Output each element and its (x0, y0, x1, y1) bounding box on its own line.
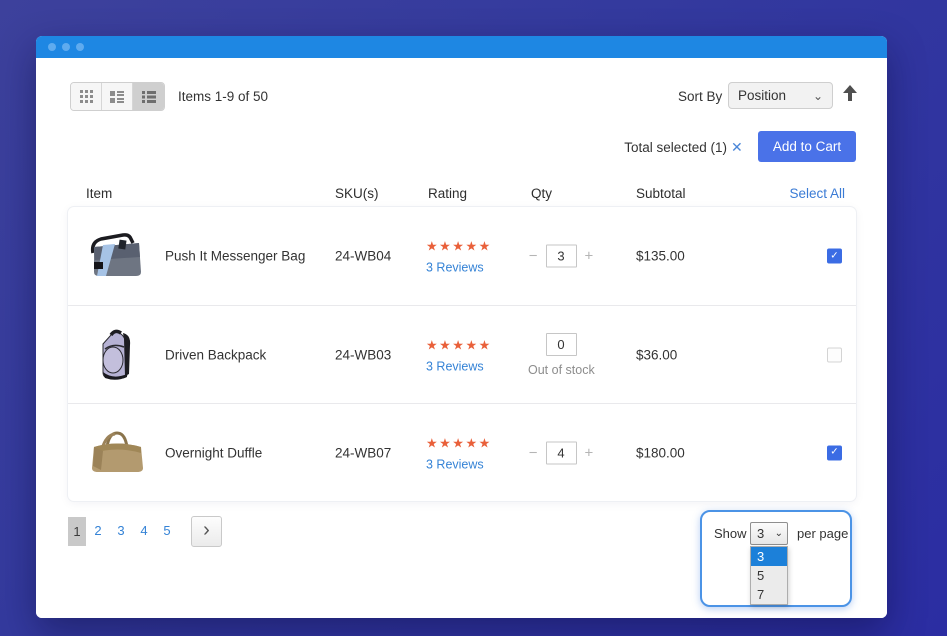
column-header-rating: Rating (428, 186, 467, 201)
star-rating-icon: ★★★★★ (426, 337, 492, 352)
qty-input[interactable] (546, 333, 577, 356)
qty-cell: − + (528, 245, 594, 268)
row-checkbox[interactable]: ✓ (827, 249, 842, 264)
subtotal-value: $36.00 (636, 347, 677, 362)
subtotal-value: $180.00 (636, 445, 685, 460)
product-sku: 24-WB03 (335, 347, 391, 362)
qty-cell: Out of stock (528, 333, 594, 377)
star-rating-icon: ★★★★★ (426, 239, 492, 254)
table-row: Driven Backpack 24-WB03 ★★★★★ 3 Reviews … (68, 305, 856, 403)
total-selected-label: Total selected (1) (624, 140, 727, 155)
window-titlebar[interactable] (36, 36, 887, 58)
sort-select[interactable]: Position ⌄ (728, 82, 833, 109)
product-name: Push It Messenger Bag (165, 249, 305, 264)
pagination-next-button[interactable]: › (191, 516, 222, 547)
product-name: Overnight Duffle (165, 445, 262, 460)
pagination-page-link[interactable]: 3 (113, 523, 129, 538)
per-page-dropdown: 3 5 7 (750, 546, 788, 605)
window-control-dot[interactable] (48, 43, 56, 51)
qty-cell: − + (528, 441, 594, 464)
row-checkbox[interactable]: ✓ (827, 445, 842, 460)
subtotal-value: $135.00 (636, 249, 685, 264)
sort-by-label: Sort By (678, 89, 722, 104)
reviews-link[interactable]: 3 Reviews (426, 457, 492, 471)
qty-increase-button[interactable]: + (585, 249, 594, 264)
qty-input[interactable] (546, 245, 577, 268)
row-checkbox[interactable] (827, 347, 842, 362)
product-name: Driven Backpack (165, 347, 266, 362)
per-page-option[interactable]: 3 (751, 547, 787, 566)
table-row: Push It Messenger Bag 24-WB04 ★★★★★ 3 Re… (68, 207, 856, 305)
product-rating: ★★★★★ 3 Reviews (426, 434, 492, 471)
pagination-page-link[interactable]: 5 (159, 523, 175, 538)
chevron-down-icon: ⌄ (775, 529, 783, 539)
per-page-select[interactable]: 3 ⌄ (750, 522, 788, 545)
product-rating: ★★★★★ 3 Reviews (426, 238, 492, 275)
view-mode-list-button[interactable] (133, 83, 164, 110)
add-to-cart-button[interactable]: Add to Cart (758, 131, 856, 162)
star-rating-icon: ★★★★★ (426, 435, 492, 450)
per-page-control: Show 3 ⌄ per page 3 5 7 (700, 510, 852, 607)
view-mode-switcher (70, 82, 165, 111)
product-sku: 24-WB07 (335, 445, 391, 460)
chevron-right-icon: › (203, 520, 210, 540)
show-label: Show (714, 526, 747, 541)
list-icon (142, 91, 156, 103)
product-table: Push It Messenger Bag 24-WB04 ★★★★★ 3 Re… (68, 207, 856, 501)
page-content: Items 1-9 of 50 Sort By Position ⌄ Total… (36, 58, 887, 618)
per-page-label: per page (797, 526, 848, 541)
column-header-subtotal: Subtotal (636, 186, 686, 201)
product-image-duffle (86, 430, 148, 476)
window-control-dot[interactable] (62, 43, 70, 51)
sort-select-value: Position (738, 88, 786, 103)
arrow-stem (848, 92, 852, 101)
table-row: Overnight Duffle 24-WB07 ★★★★★ 3 Reviews… (68, 403, 856, 501)
view-mode-grid-button[interactable] (71, 83, 102, 110)
product-sku: 24-WB04 (335, 249, 391, 264)
chevron-down-icon: ⌄ (813, 90, 823, 102)
qty-increase-button[interactable]: + (585, 445, 594, 460)
reviews-link[interactable]: 3 Reviews (426, 261, 492, 275)
qty-decrease-button[interactable]: − (529, 249, 538, 264)
column-header-sku: SKU(s) (335, 186, 379, 201)
qty-input[interactable] (546, 441, 577, 464)
column-header-item: Item (86, 186, 112, 201)
product-rating: ★★★★★ 3 Reviews (426, 336, 492, 373)
product-image-messenger-bag (86, 233, 148, 279)
reviews-link[interactable]: 3 Reviews (426, 359, 492, 373)
select-all-link[interactable]: Select All (789, 186, 845, 201)
per-page-select-value: 3 (757, 526, 764, 541)
grid-list-icon (110, 91, 124, 103)
window-control-dot[interactable] (76, 43, 84, 51)
grid-icon (80, 90, 93, 103)
per-page-option[interactable]: 7 (751, 585, 787, 604)
items-count: Items 1-9 of 50 (178, 89, 268, 104)
view-mode-grid-list-button[interactable] (102, 83, 133, 110)
clear-selection-icon[interactable]: ✕ (731, 139, 743, 156)
pagination-page-link[interactable]: 4 (136, 523, 152, 538)
pagination-current-page: 1 (68, 517, 86, 546)
app-window: Items 1-9 of 50 Sort By Position ⌄ Total… (36, 36, 887, 618)
product-image-backpack (86, 328, 148, 382)
column-header-qty: Qty (531, 186, 552, 201)
stock-status: Out of stock (528, 363, 594, 377)
sort-direction-asc-icon[interactable] (843, 85, 857, 103)
pagination-page-link[interactable]: 2 (90, 523, 106, 538)
qty-decrease-button[interactable]: − (529, 445, 538, 460)
per-page-option[interactable]: 5 (751, 566, 787, 585)
